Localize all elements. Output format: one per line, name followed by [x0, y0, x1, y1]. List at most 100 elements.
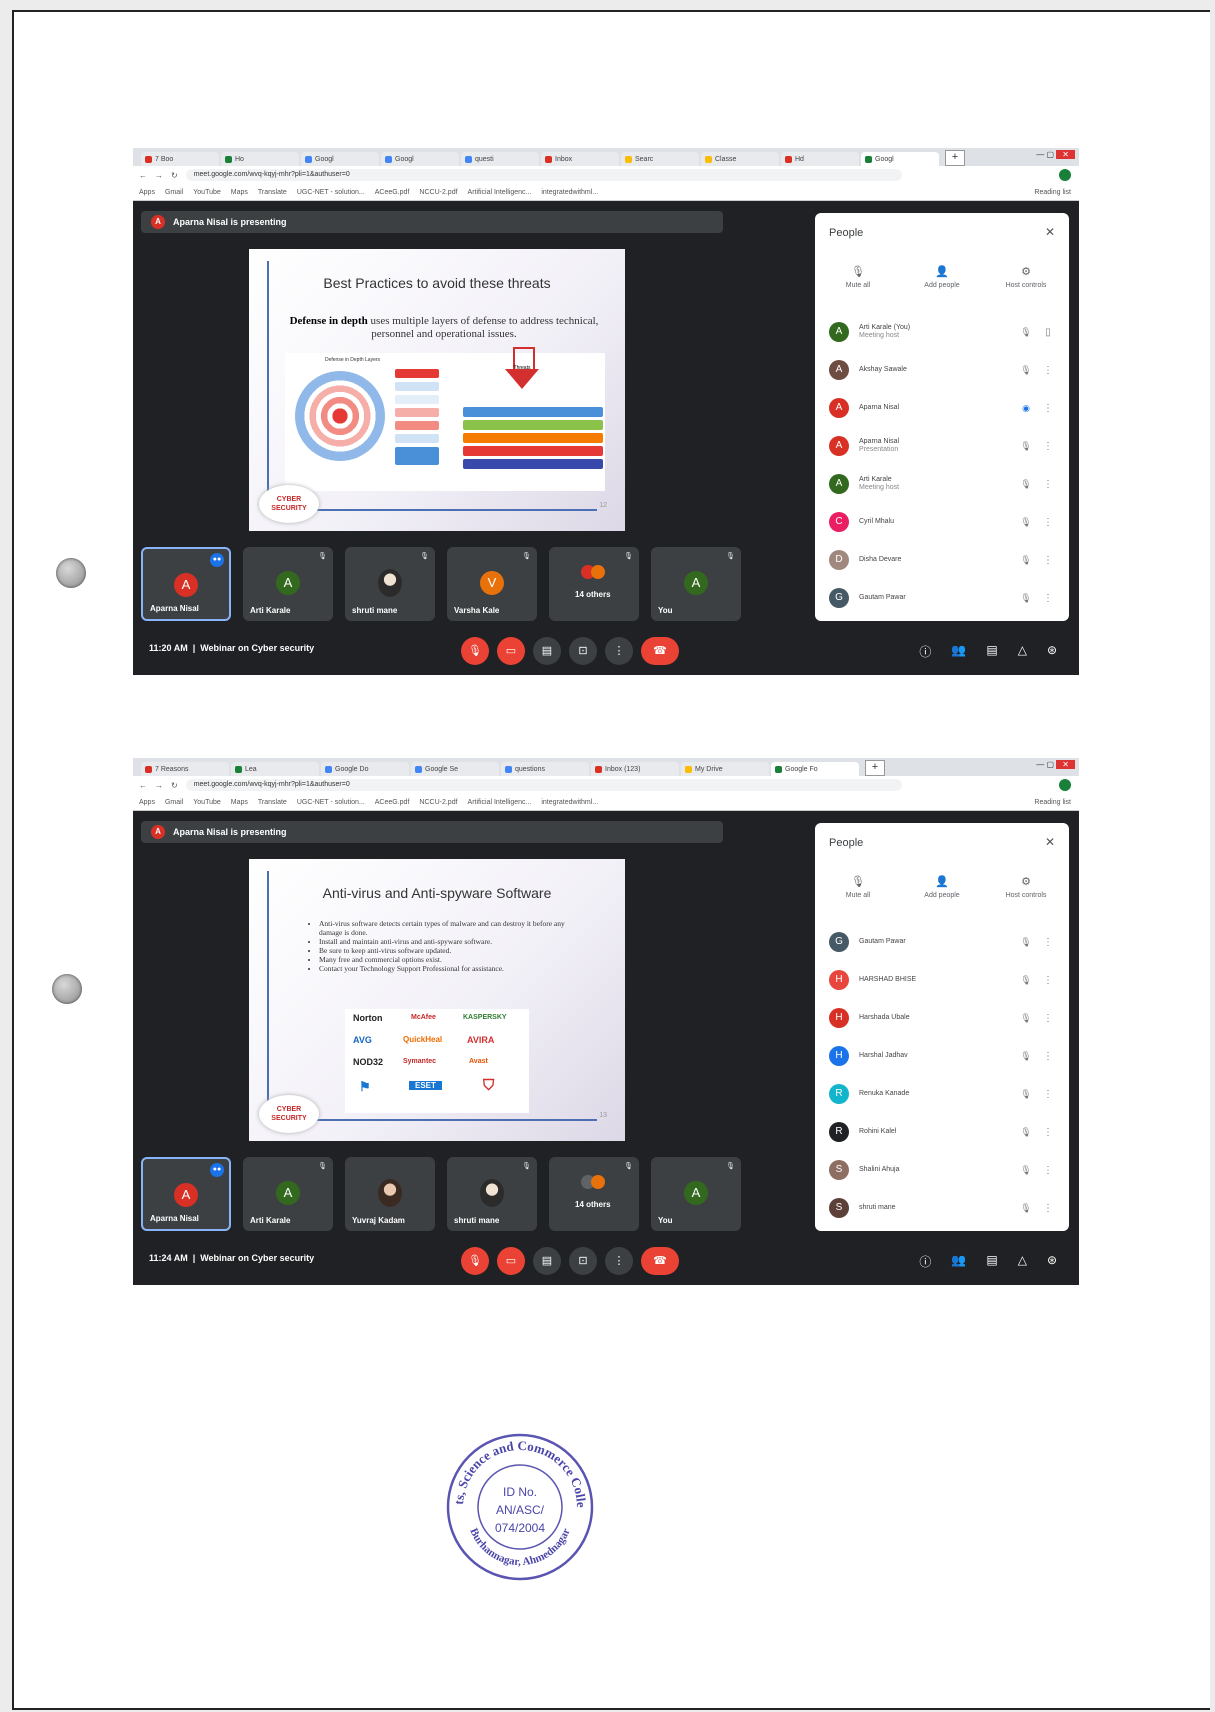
list-item[interactable]: G Gautam Pawar 🎙 ⋮ [829, 923, 1055, 961]
list-item[interactable]: H Harshal Jadhav 🎙 ⋮ [829, 1037, 1055, 1075]
bookmark-item[interactable]: Translate [258, 799, 287, 806]
list-item[interactable]: Sshruti mane 🎙 ⋮ [829, 1189, 1055, 1227]
more-options-icon[interactable]: ⋮ [1041, 1165, 1055, 1176]
host-controls-button[interactable]: ⚙ Host controls [991, 265, 1061, 289]
more-options-icon[interactable]: ⋮ [1041, 1051, 1055, 1062]
browser-tab[interactable]: My Drive [681, 762, 769, 776]
bookmark-item[interactable]: UGC-NET - solution... [297, 189, 365, 196]
more-options-icon[interactable]: ⋮ [1041, 1203, 1055, 1214]
browser-tab[interactable]: Google Se [411, 762, 499, 776]
forward-icon[interactable]: → [155, 171, 163, 180]
people-icon[interactable]: 👥 [951, 643, 966, 660]
list-item[interactable]: A Arti Karale (You) Meeting host 🎙 ▯ [829, 313, 1055, 351]
browser-tab[interactable]: Lea [231, 762, 319, 776]
browser-tab[interactable]: Hd [781, 152, 859, 166]
url-field[interactable]: meet.google.com/wvq-kqyj-mhr?pli=1&authu… [185, 169, 902, 181]
back-icon[interactable]: ← [139, 171, 147, 180]
more-options-icon[interactable]: ⋮ [605, 637, 633, 665]
mute-all-button[interactable]: 🎙 Mute all [823, 875, 893, 899]
reading-list[interactable]: Reading list [1034, 799, 1071, 806]
pin-icon[interactable]: ▯ [1041, 327, 1055, 338]
bookmark-item[interactable]: YouTube [193, 799, 221, 806]
list-item[interactable]: A Akshay Sawale 🎙 ⋮ [829, 351, 1055, 389]
captions-icon[interactable]: ▤ [533, 1247, 561, 1275]
more-options-icon[interactable]: ⋮ [1041, 365, 1055, 376]
browser-tab[interactable]: Classe [701, 152, 779, 166]
back-icon[interactable]: ← [139, 781, 147, 790]
add-people-button[interactable]: 👤 Add people [907, 875, 977, 899]
people-icon[interactable]: 👥 [951, 1253, 966, 1270]
participant-tile[interactable]: 🎙 A Arti Karale [243, 1157, 333, 1231]
more-options-icon[interactable]: ⋮ [1041, 1013, 1055, 1024]
more-options-icon[interactable]: ⋮ [1041, 479, 1055, 490]
participant-tile[interactable]: 🎙 V Varsha Kale [447, 547, 537, 621]
bookmark-item[interactable]: ACeeG.pdf [375, 189, 410, 196]
camera-toggle-icon[interactable]: ▭ [497, 637, 525, 665]
bookmark-item[interactable]: Gmail [165, 799, 183, 806]
more-options-icon[interactable]: ⋮ [1041, 555, 1055, 566]
camera-toggle-icon[interactable]: ▭ [497, 1247, 525, 1275]
end-call-icon[interactable]: ☎ [641, 637, 679, 665]
browser-tab-active[interactable]: Google Fo [771, 762, 859, 776]
host-controls-button[interactable]: ⚙ Host controls [991, 875, 1061, 899]
bookmark-item[interactable]: NCCU-2.pdf [419, 799, 457, 806]
forward-icon[interactable]: → [155, 781, 163, 790]
bookmark-item[interactable]: UGC-NET - solution... [297, 799, 365, 806]
mic-toggle-icon[interactable]: 🎙 [461, 1247, 489, 1275]
info-icon[interactable]: ⓘ [919, 1253, 931, 1270]
captions-icon[interactable]: ▤ [533, 637, 561, 665]
bookmark-item[interactable]: ACeeG.pdf [375, 799, 410, 806]
present-screen-icon[interactable]: ⊡ [569, 1247, 597, 1275]
more-options-icon[interactable]: ⋮ [1041, 1089, 1055, 1100]
add-people-button[interactable]: 👤 Add people [907, 265, 977, 289]
host-controls-icon[interactable]: ⊛ [1047, 643, 1057, 660]
browser-tab[interactable]: questions [501, 762, 589, 776]
profile-avatar[interactable] [1059, 169, 1071, 181]
activities-icon[interactable]: △ [1018, 1253, 1027, 1270]
others-tile[interactable]: 🎙 14 others [549, 547, 639, 621]
bookmark-item[interactable]: NCCU-2.pdf [419, 189, 457, 196]
window-controls[interactable]: — ▢ ✕ [1036, 760, 1075, 769]
more-options-icon[interactable]: ⋮ [1041, 1127, 1055, 1138]
present-screen-icon[interactable]: ⊡ [569, 637, 597, 665]
list-item[interactable]: R Renuka Kanade 🎙 ⋮ [829, 1075, 1055, 1113]
more-options-icon[interactable]: ⋮ [1041, 593, 1055, 604]
list-item[interactable]: A Aparna Nisal Presentation 🎙 ⋮ [829, 427, 1055, 465]
bookmark-item[interactable]: Gmail [165, 189, 183, 196]
browser-tab[interactable]: Google Do [321, 762, 409, 776]
browser-tab[interactable]: Googl [381, 152, 459, 166]
list-item[interactable]: H Harshada Ubale 🎙 ⋮ [829, 999, 1055, 1037]
bookmark-item[interactable]: integratedwithml... [541, 799, 598, 806]
browser-tab[interactable]: questi [461, 152, 539, 166]
self-tile[interactable]: 🎙 A You [651, 547, 741, 621]
bookmark-item[interactable]: Maps [231, 799, 248, 806]
participant-tile[interactable]: ●● A Aparna Nisal [141, 1157, 231, 1231]
bookmark-item[interactable]: Translate [258, 189, 287, 196]
new-tab-button[interactable]: + [945, 150, 965, 166]
bookmark-item[interactable]: Maps [231, 189, 248, 196]
participant-tile[interactable]: 🎙 A Arti Karale [243, 547, 333, 621]
bookmark-item[interactable]: YouTube [193, 189, 221, 196]
new-tab-button[interactable]: + [865, 760, 885, 776]
reload-icon[interactable]: ↻ [171, 781, 178, 790]
window-controls[interactable]: — ▢ ✕ [1036, 150, 1075, 159]
more-options-icon[interactable]: ⋮ [1041, 441, 1055, 452]
end-call-icon[interactable]: ☎ [641, 1247, 679, 1275]
more-options-icon[interactable]: ⋮ [1041, 517, 1055, 528]
list-item[interactable]: D Disha Devare 🎙 ⋮ [829, 541, 1055, 579]
reading-list[interactable]: Reading list [1034, 189, 1071, 196]
browser-tab[interactable]: Inbox [541, 152, 619, 166]
host-controls-icon[interactable]: ⊛ [1047, 1253, 1057, 1270]
browser-tab-active[interactable]: Googl [861, 152, 939, 166]
list-item[interactable]: A Aparna Nisal ◉ ⋮ [829, 389, 1055, 427]
list-item[interactable]: C Cyril Mhalu 🎙 ⋮ [829, 503, 1055, 541]
info-icon[interactable]: ⓘ [919, 643, 931, 660]
browser-tab[interactable]: Ho [221, 152, 299, 166]
list-item[interactable]: G Gautam Pawar 🎙 ⋮ [829, 579, 1055, 617]
others-tile[interactable]: 🎙 14 others [549, 1157, 639, 1231]
bookmark-item[interactable]: Apps [139, 189, 155, 196]
activities-icon[interactable]: △ [1018, 643, 1027, 660]
profile-avatar[interactable] [1059, 779, 1071, 791]
mic-toggle-icon[interactable]: 🎙 [461, 637, 489, 665]
bookmark-item[interactable]: Artificial Intelligenc... [468, 189, 532, 196]
